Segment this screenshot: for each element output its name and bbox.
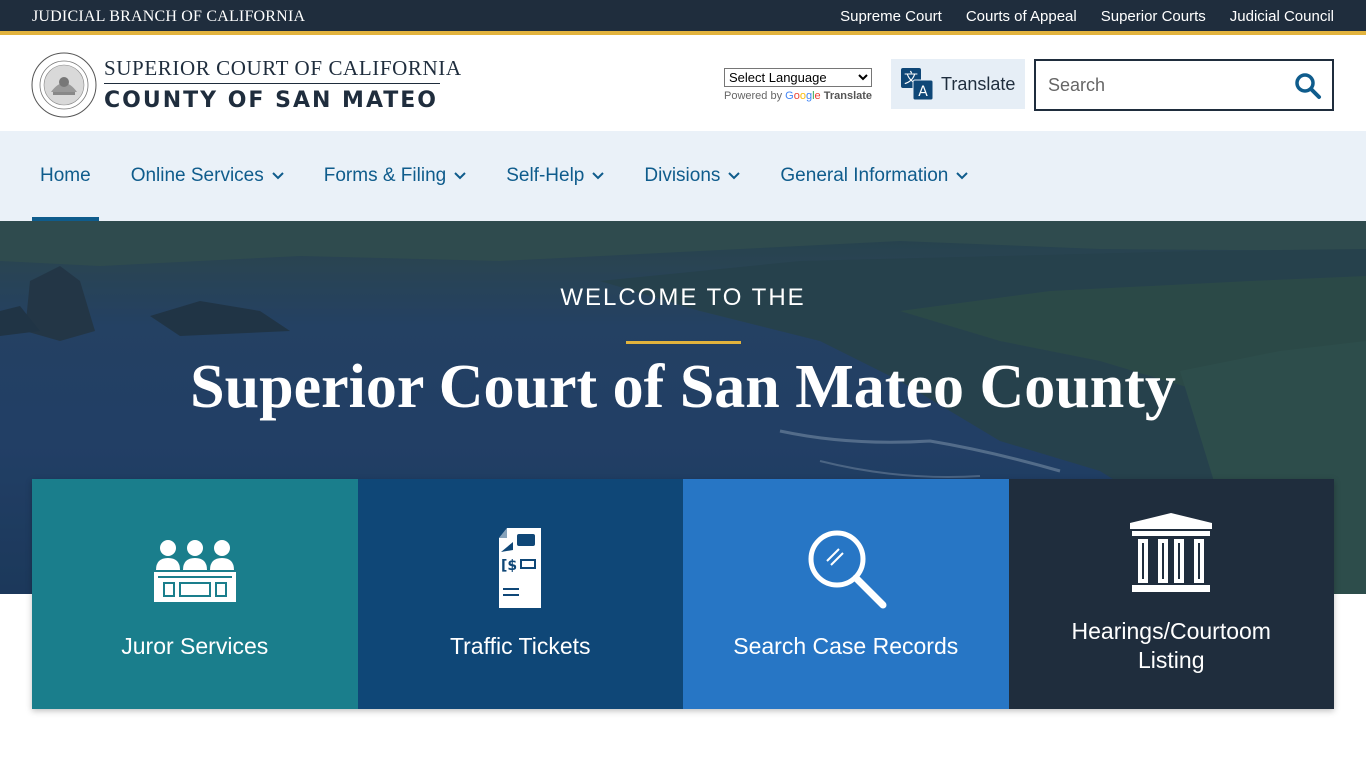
search-input[interactable] xyxy=(1048,73,1288,97)
hero-title: Superior Court of San Mateo County xyxy=(190,353,1176,421)
nav-label: Divisions xyxy=(644,165,721,186)
tile-label: Search Case Records xyxy=(733,633,959,659)
nav-label: Online Services xyxy=(130,165,264,186)
translate-icon: 文 A xyxy=(901,68,934,101)
tile-search-case-records[interactable]: Search Case Records xyxy=(683,479,1009,709)
translate-label: Translate xyxy=(941,73,1016,94)
site-header: SUPERIOR COURT OF CALIFORNIA COUNTY OF S… xyxy=(0,39,1366,131)
site-search xyxy=(1034,59,1334,111)
nav-label: General Information xyxy=(780,165,949,186)
top-links: Supreme Court Courts of Appeal Superior … xyxy=(840,8,1334,25)
nav-label: Self-Help xyxy=(506,165,585,186)
svg-text:[$: [$ xyxy=(501,558,517,574)
chevron-down-icon xyxy=(454,172,466,180)
link-supreme-court[interactable]: Supreme Court xyxy=(840,8,942,25)
tile-hearings-courtroom-listing[interactable]: Hearings/Courtoom Listing xyxy=(1008,479,1334,709)
magnifier-icon xyxy=(808,530,887,609)
nav-item-divisions[interactable]: Divisions xyxy=(636,131,748,221)
search-icon[interactable] xyxy=(1294,72,1322,100)
language-select[interactable]: Select Language xyxy=(724,68,872,87)
tile-label: Traffic Tickets xyxy=(449,633,591,659)
top-utility-bar: JUDICIAL BRANCH OF CALIFORNIA Supreme Co… xyxy=(0,0,1366,35)
language-selector: Select Language xyxy=(724,68,872,87)
chevron-down-icon xyxy=(272,172,284,180)
translate-text[interactable]: Translate xyxy=(824,90,872,102)
nav-label: Forms & Filing xyxy=(323,165,447,186)
tile-label: Juror Services xyxy=(121,633,269,659)
powered-by-google: Powered by Google Translate xyxy=(724,90,872,102)
title-divider xyxy=(104,83,440,84)
hero-divider xyxy=(626,341,741,344)
traffic-ticket-icon: [$ xyxy=(499,528,542,608)
nav-item-home[interactable]: Home xyxy=(32,131,99,221)
site-title-line1: SUPERIOR COURT OF CALIFORNIA xyxy=(104,56,462,80)
nav-item-self-help[interactable]: Self-Help xyxy=(498,131,612,221)
tile-label: Hearings/Courtoom Listing xyxy=(1071,618,1271,673)
chevron-down-icon xyxy=(728,172,741,180)
chevron-down-icon xyxy=(956,172,969,180)
nav-label: Home xyxy=(40,165,91,186)
main-navigation: Home Online Services Forms & Filing Self… xyxy=(0,131,1366,221)
tile-traffic-tickets[interactable]: [$ Traffic Tickets xyxy=(357,479,683,709)
judicial-branch-label: JUDICIAL BRANCH OF CALIFORNIA xyxy=(32,8,306,25)
jurors-icon xyxy=(153,540,236,602)
nav-item-general-information[interactable]: General Information xyxy=(772,131,976,221)
svg-text:A: A xyxy=(918,84,928,100)
google-logo-text[interactable]: Google xyxy=(785,90,824,102)
nav-item-forms-filing[interactable]: Forms & Filing xyxy=(316,131,474,221)
hero-welcome-text: WELCOME TO THE xyxy=(560,284,806,311)
court-seal-logo[interactable] xyxy=(31,52,97,118)
tile-juror-services[interactable]: Juror Services xyxy=(32,479,358,709)
courthouse-icon xyxy=(1130,513,1213,592)
chevron-down-icon xyxy=(592,172,605,180)
translate-button[interactable]: 文 A Translate xyxy=(891,59,1025,109)
nav-item-online-services[interactable]: Online Services xyxy=(123,131,292,221)
link-judicial-council[interactable]: Judicial Council xyxy=(1230,8,1334,25)
powered-by-text: Powered by xyxy=(724,90,783,102)
link-superior-courts[interactable]: Superior Courts xyxy=(1101,8,1206,25)
link-courts-of-appeal[interactable]: Courts of Appeal xyxy=(966,8,1077,25)
site-title-line2: COUNTY OF SAN MATEO xyxy=(104,88,439,113)
quick-link-tiles: Juror Services [$ Traffic Tickets Search… xyxy=(32,479,1334,709)
